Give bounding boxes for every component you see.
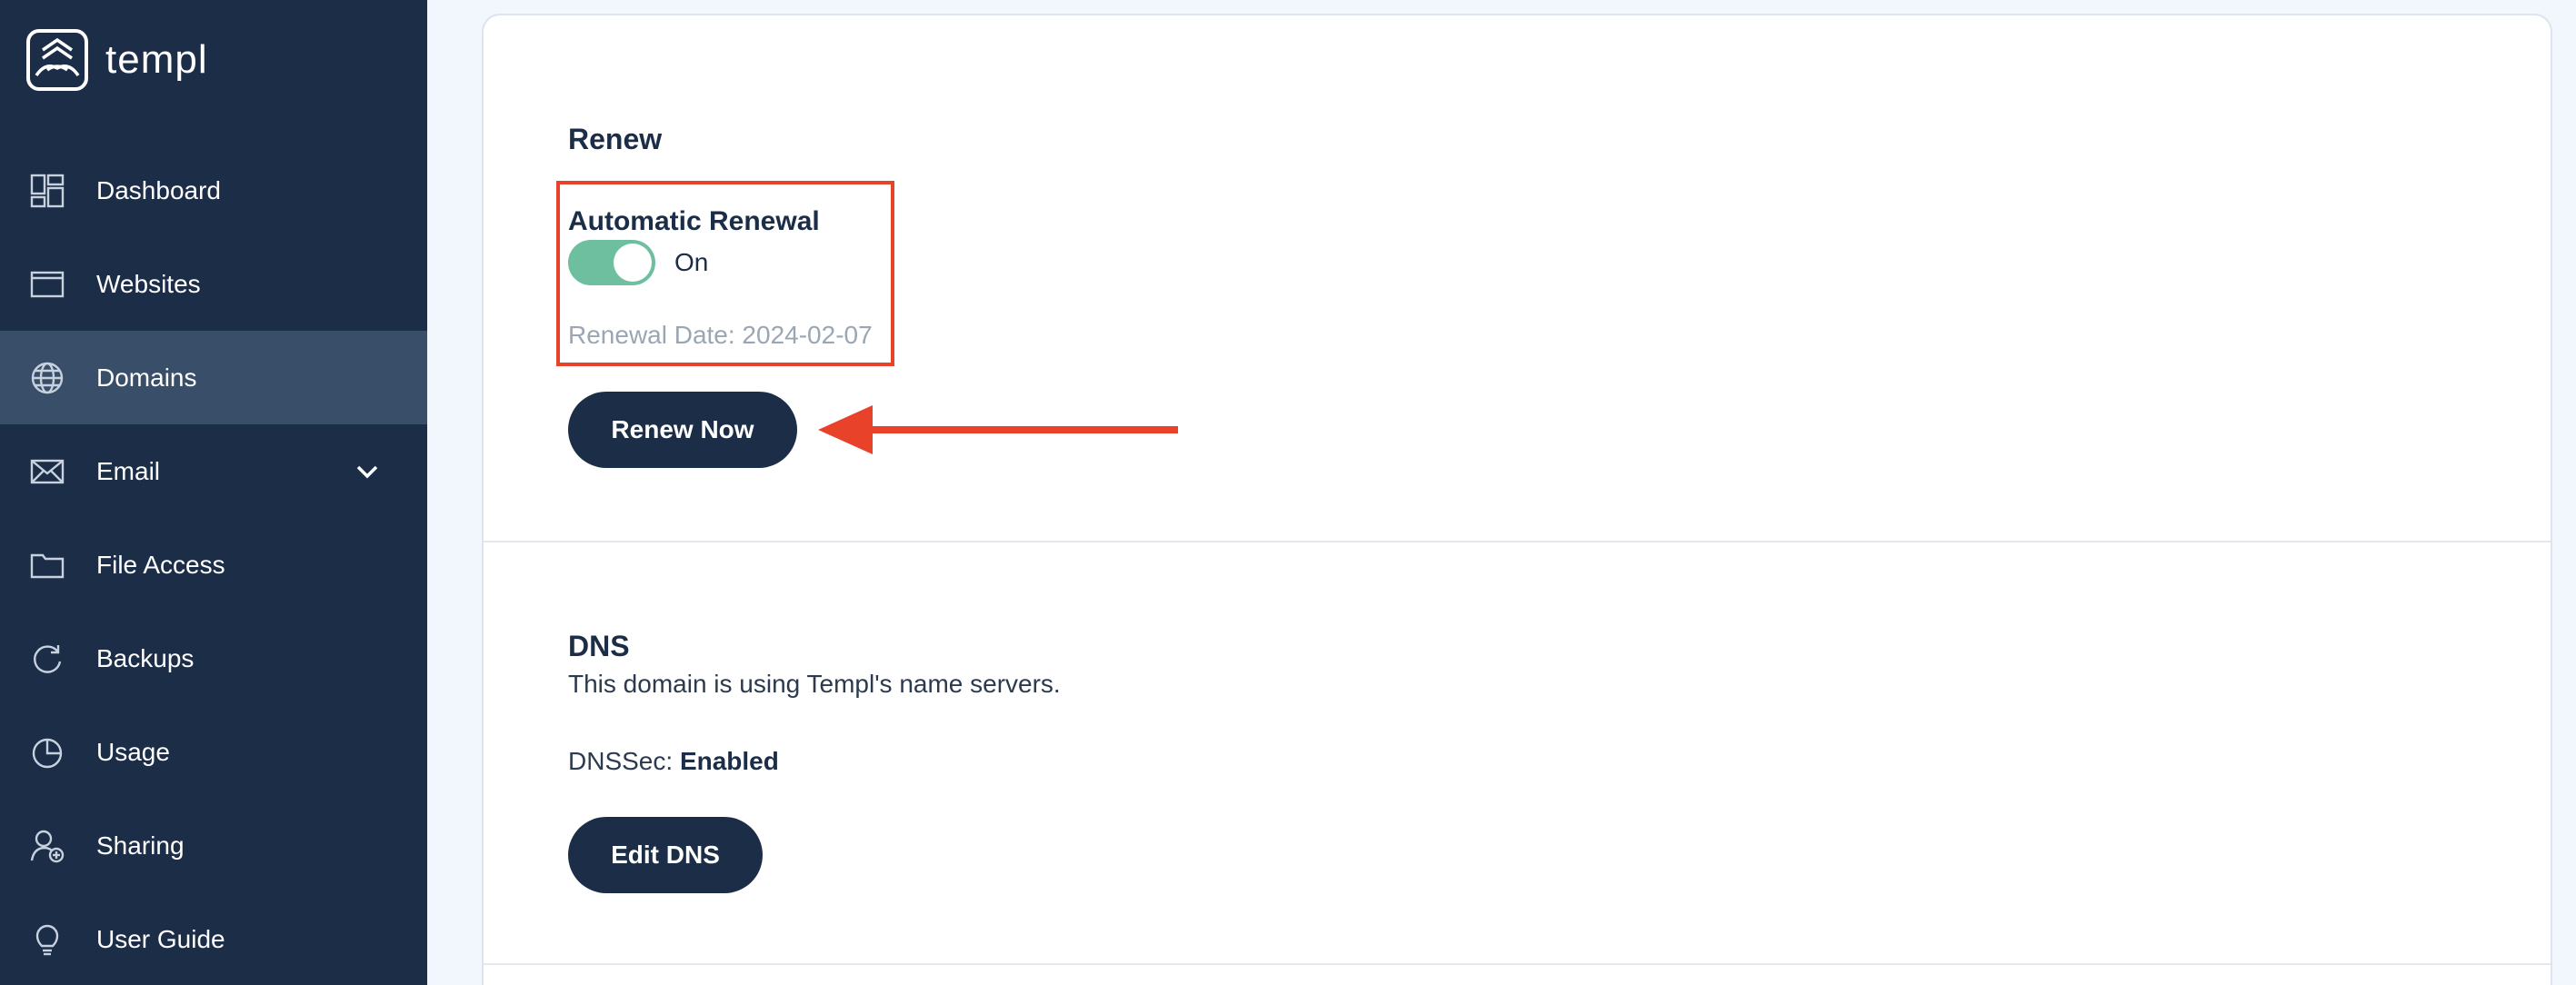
automatic-renewal-toggle[interactable] xyxy=(568,240,655,285)
user-share-icon xyxy=(29,828,65,864)
renewal-date: Renewal Date: 2024-02-07 xyxy=(568,321,873,349)
sidebar-item-label: Usage xyxy=(96,737,170,766)
renew-section: Renew Automatic Renewal On Renewal Date:… xyxy=(484,15,2551,541)
dnssec-status: DNSSec: Enabled xyxy=(568,747,779,776)
sidebar: templ Dashboard Websites Domains Email F… xyxy=(0,0,427,985)
sidebar-item-email[interactable]: Email xyxy=(0,424,427,518)
globe-icon xyxy=(29,360,65,396)
sidebar-item-label: Websites xyxy=(96,269,201,298)
automatic-renewal-title: Automatic Renewal xyxy=(568,206,820,236)
sidebar-item-backups[interactable]: Backups xyxy=(0,612,427,705)
dnssec-value: Enabled xyxy=(679,747,779,775)
toggle-knob xyxy=(614,244,652,282)
sidebar-item-usage[interactable]: Usage xyxy=(0,705,427,799)
brand-name: templ xyxy=(105,37,208,82)
main-content: Renew Automatic Renewal On Renewal Date:… xyxy=(427,0,2576,985)
app: templ Dashboard Websites Domains Email F… xyxy=(0,0,2576,985)
sidebar-nav: Dashboard Websites Domains Email File Ac… xyxy=(0,144,427,985)
dnssec-label: DNSSec: xyxy=(568,747,680,775)
folder-icon xyxy=(29,547,65,583)
dashboard-icon xyxy=(29,173,65,209)
sidebar-item-label: File Access xyxy=(96,550,225,579)
sidebar-item-label: User Guide xyxy=(96,924,225,953)
refresh-icon xyxy=(29,641,65,677)
sidebar-item-user-guide[interactable]: User Guide xyxy=(0,892,427,985)
dns-title: DNS xyxy=(568,630,630,662)
chevron-down-icon[interactable] xyxy=(353,457,382,486)
renew-title: Renew xyxy=(568,123,663,155)
renew-now-button[interactable]: Renew Now xyxy=(568,392,797,468)
annotation-arrow-icon xyxy=(818,405,1178,454)
sidebar-item-sharing[interactable]: Sharing xyxy=(0,799,427,892)
sidebar-item-label: Dashboard xyxy=(96,175,221,204)
browser-window-icon xyxy=(29,266,65,303)
section-divider xyxy=(484,963,2551,965)
sidebar-item-label: Sharing xyxy=(96,831,185,860)
sidebar-item-label: Email xyxy=(96,456,161,485)
domain-settings-card: Renew Automatic Renewal On Renewal Date:… xyxy=(482,14,2552,985)
sidebar-item-file-access[interactable]: File Access xyxy=(0,518,427,612)
dns-section: DNS xyxy=(484,542,2551,979)
envelope-icon xyxy=(29,453,65,490)
sidebar-item-websites[interactable]: Websites xyxy=(0,237,427,331)
lightbulb-icon xyxy=(29,921,65,958)
dns-description: This domain is using Templ's name server… xyxy=(568,670,1061,698)
templ-logo-icon xyxy=(26,29,88,91)
sidebar-item-label: Backups xyxy=(96,643,195,672)
brand[interactable]: templ xyxy=(25,27,208,93)
pie-chart-icon xyxy=(29,734,65,771)
sidebar-item-dashboard[interactable]: Dashboard xyxy=(0,144,427,237)
toggle-state-label: On xyxy=(674,248,709,276)
sidebar-item-label: Domains xyxy=(96,363,197,392)
edit-dns-button[interactable]: Edit DNS xyxy=(568,817,763,893)
sidebar-item-domains[interactable]: Domains xyxy=(0,331,427,424)
